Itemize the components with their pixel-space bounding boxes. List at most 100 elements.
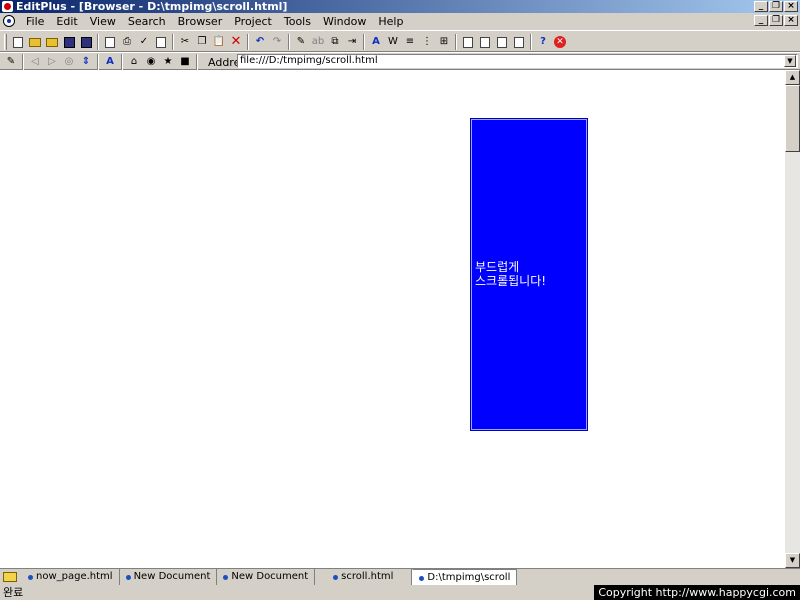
find-icon[interactable]: ✎: [294, 35, 308, 49]
tab-label: D:\tmpimg\scroll: [427, 572, 511, 583]
edit-mode-icon[interactable]: ✎: [4, 55, 18, 69]
doc-close-button[interactable]: ×: [784, 15, 798, 26]
menu-edit[interactable]: Edit: [50, 15, 83, 28]
undo-icon[interactable]: ↶: [253, 35, 267, 49]
column-select-icon[interactable]: ⊞: [437, 35, 451, 49]
replace-icon[interactable]: ab: [311, 35, 325, 49]
tab-bullet-icon: [333, 574, 339, 580]
window-title: EditPlus - [Browser - D:\tmpimg\scroll.h…: [16, 0, 288, 13]
toolbar-separator: [97, 54, 99, 70]
tab-new-document-2[interactable]: New Document: [217, 569, 316, 585]
document-system-icon[interactable]: [3, 15, 15, 27]
stop-icon[interactable]: ✕: [553, 35, 567, 49]
doc-restore-button[interactable]: ❐: [769, 15, 783, 26]
save-icon[interactable]: [62, 35, 76, 49]
scroll-thumb[interactable]: [785, 85, 800, 152]
tab-bullet-icon: [419, 575, 425, 581]
tab-bullet-icon: [28, 574, 33, 580]
restore-button[interactable]: ❐: [769, 1, 783, 12]
toolbar-separator: [247, 34, 249, 50]
tab-now-page[interactable]: now_page.html: [22, 569, 120, 585]
copy-icon[interactable]: ❐: [195, 35, 209, 49]
word-wrap-icon[interactable]: W: [386, 35, 400, 49]
folder-icon[interactable]: [3, 572, 17, 582]
address-dropdown-icon[interactable]: ▼: [784, 55, 796, 67]
favorites-icon[interactable]: ★: [161, 55, 175, 69]
delete-icon[interactable]: ✕: [229, 35, 243, 49]
tab-label: New Document: [133, 571, 211, 582]
window-controls: _ ❐ ×: [754, 1, 798, 12]
address-value: file:///D:/tmpimg/scroll.html: [240, 55, 378, 66]
tab-browser-scroll[interactable]: D:\tmpimg\scroll: [412, 569, 518, 586]
menu-help[interactable]: Help: [372, 15, 409, 28]
browser-toolbar: ✎ ◁ ▷ ◎ ⇕ A ⌂ ◉ ★ ■ Address file:///D:/t…: [0, 52, 800, 70]
window-tile-icon[interactable]: [461, 35, 475, 49]
refresh-icon[interactable]: ⇕: [79, 55, 93, 69]
help-icon[interactable]: ?: [536, 35, 550, 49]
history-icon[interactable]: ■: [178, 55, 192, 69]
menu-search[interactable]: Search: [122, 15, 172, 28]
stop-load-icon[interactable]: ◎: [62, 55, 76, 69]
scroll-up-icon[interactable]: ▲: [785, 70, 800, 85]
vertical-scrollbar[interactable]: ▲ ▼: [785, 70, 800, 568]
print-preview-icon[interactable]: [103, 35, 117, 49]
open-file-icon[interactable]: [28, 35, 42, 49]
minimize-button[interactable]: _: [754, 1, 768, 12]
toolbar-separator: [288, 34, 290, 50]
output-window-icon[interactable]: [512, 35, 526, 49]
tab-bullet-icon: [223, 574, 229, 580]
document-tab-bar: now_page.html New Document New Document …: [0, 568, 800, 586]
menu-browser[interactable]: Browser: [172, 15, 229, 28]
title-bar: EditPlus - [Browser - D:\tmpimg\scroll.h…: [0, 0, 800, 13]
tabs: now_page.html New Document New Document …: [22, 569, 518, 586]
window-cascade-icon[interactable]: [478, 35, 492, 49]
back-icon[interactable]: ◁: [28, 55, 42, 69]
toolbar-separator: [172, 34, 174, 50]
close-button[interactable]: ×: [784, 1, 798, 12]
tab-new-document-1[interactable]: New Document: [120, 569, 218, 585]
toolbar-separator: [363, 34, 365, 50]
tab-bullet-icon: [125, 574, 131, 580]
status-bar: 완료 Copyright http://www.happycgi.com: [0, 585, 800, 600]
open-remote-icon[interactable]: [45, 35, 59, 49]
editplus-app-icon[interactable]: [2, 1, 13, 12]
toolbar-separator: [97, 34, 99, 50]
line-number-icon[interactable]: ≡: [403, 35, 417, 49]
menu-window[interactable]: Window: [317, 15, 372, 28]
forward-icon[interactable]: ▷: [45, 55, 59, 69]
browser-content[interactable]: 부드럽게 스크롤됩니다!: [0, 70, 785, 568]
spell-check-icon[interactable]: ✓: [137, 35, 151, 49]
find-in-files-icon[interactable]: ⧉: [328, 35, 342, 49]
status-text: 완료: [3, 586, 24, 599]
paste-icon[interactable]: 📋: [212, 35, 226, 49]
toolbar-separator: [530, 34, 532, 50]
menu-view[interactable]: View: [84, 15, 122, 28]
toolbar-grip[interactable]: [4, 34, 7, 50]
main-toolbar: ⎙ ✓ ✂ ❐ 📋 ✕ ↶ ↷ ✎ ab ⧉ ⇥ A W ≡ ⋮ ⊞ ? ✕: [0, 30, 800, 52]
print-icon[interactable]: ⎙: [120, 35, 134, 49]
ruler-icon[interactable]: ⋮: [420, 35, 434, 49]
copyright-text: Copyright http://www.happycgi.com: [594, 585, 800, 600]
scroll-down-icon[interactable]: ▼: [785, 553, 800, 568]
properties-icon[interactable]: [154, 35, 168, 49]
redo-icon[interactable]: ↷: [270, 35, 284, 49]
menu-tools[interactable]: Tools: [278, 15, 317, 28]
new-file-icon[interactable]: [11, 35, 25, 49]
home-icon[interactable]: ⌂: [127, 55, 141, 69]
text-size-icon[interactable]: A: [103, 55, 117, 69]
cut-icon[interactable]: ✂: [178, 35, 192, 49]
save-all-icon[interactable]: [79, 35, 93, 49]
font-icon[interactable]: A: [369, 35, 383, 49]
doc-minimize-button[interactable]: _: [754, 15, 768, 26]
toolbar-separator: [22, 54, 24, 70]
goto-icon[interactable]: ⇥: [345, 35, 359, 49]
tab-label: New Document: [231, 571, 309, 582]
menu-file[interactable]: File: [20, 15, 50, 28]
tab-scroll-html[interactable]: scroll.html: [315, 569, 413, 585]
menu-project[interactable]: Project: [228, 15, 278, 28]
full-screen-icon[interactable]: [495, 35, 509, 49]
tab-label: scroll.html: [341, 571, 394, 582]
search-web-icon[interactable]: ◉: [144, 55, 158, 69]
address-input[interactable]: file:///D:/tmpimg/scroll.html ▼: [237, 54, 798, 68]
document-window-controls: _ ❐ ×: [754, 15, 798, 26]
